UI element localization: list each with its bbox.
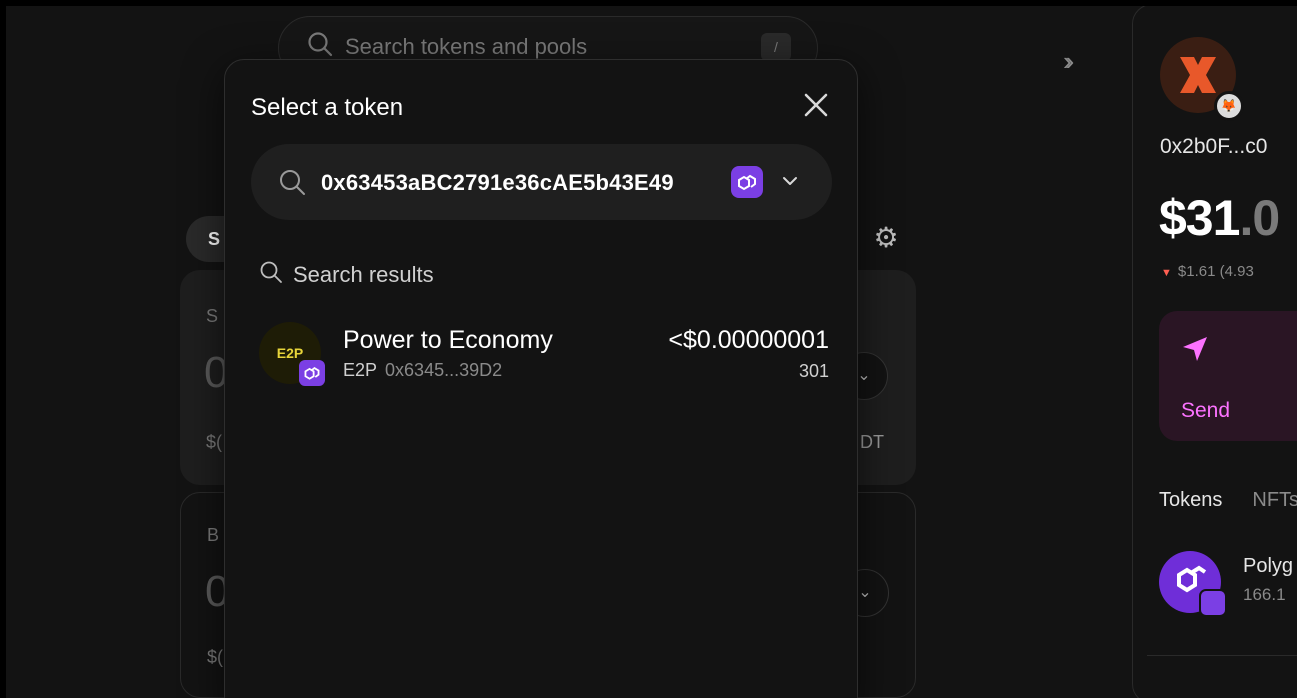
buy-label: B — [207, 525, 220, 545]
search-shortcut-key: / — [761, 33, 791, 61]
search-placeholder: Search tokens and pools — [345, 34, 588, 59]
polygon-chain-badge-icon — [299, 360, 325, 386]
chevron-down-icon[interactable] — [779, 170, 801, 197]
token-name: Polyg — [1243, 555, 1294, 577]
token-amount: 166.1 — [1243, 585, 1286, 604]
list-item[interactable]: E2P Power to Economy E2P 0x6345...39D2 <$… — [227, 310, 857, 396]
polygon-network-icon[interactable] — [731, 166, 763, 198]
tab-nfts[interactable]: NFTs — [1252, 489, 1297, 511]
token-price: <$0.00000001 — [668, 326, 829, 354]
close-icon[interactable] — [801, 90, 831, 120]
token-symbol: E2P — [343, 360, 378, 380]
balance-change: ▼ $1.61 (4.93 — [1161, 263, 1254, 280]
balance-decimal: .0 — [1239, 190, 1280, 246]
tab-tokens[interactable]: Tokens — [1159, 489, 1222, 511]
gear-icon[interactable]: ⚙ — [870, 222, 902, 254]
search-icon — [259, 260, 283, 290]
wallet-panel: 🦊 0x2b0F...c0 $31.0 ▼ $1.61 (4.93 Send To… — [1132, 6, 1297, 698]
send-icon — [1181, 335, 1209, 370]
polygon-chain-badge-icon — [1199, 589, 1227, 617]
token-search-input[interactable] — [321, 168, 721, 198]
send-label: Send — [1181, 399, 1231, 422]
balance-change-value: $1.61 (4.93 — [1177, 263, 1254, 280]
sell-usd-value: $( — [206, 432, 223, 452]
metamask-fox-icon: 🦊 — [1214, 91, 1244, 121]
search-results-label: Search results — [293, 262, 434, 287]
send-button[interactable]: Send — [1159, 311, 1297, 441]
unicon-icon — [1180, 57, 1216, 93]
triangle-down-icon: ▼ — [1161, 267, 1172, 279]
token-name: Power to Economy — [343, 326, 553, 354]
modal-title: Select a token — [251, 94, 404, 121]
chevrons-right-icon[interactable]: ›› — [1063, 46, 1075, 77]
sell-token-symbol: DT — [860, 432, 884, 452]
token-address: 0x6345...39D2 — [385, 360, 503, 380]
select-token-modal: Select a token Search results E2P — [224, 59, 858, 698]
wallet-tabs: Tokens NFTs — [1159, 489, 1297, 512]
search-results-header: Search results — [259, 260, 434, 290]
buy-usd-value: $( — [207, 647, 224, 667]
divider — [1147, 655, 1297, 656]
sell-label: S — [206, 306, 219, 326]
wallet-address[interactable]: 0x2b0F...c0 — [1160, 135, 1267, 159]
balance-integer: $31 — [1159, 190, 1240, 246]
search-icon — [278, 168, 306, 201]
token-search-field[interactable] — [251, 144, 832, 220]
token-symbol-address: E2P 0x6345...39D2 — [343, 360, 502, 381]
portfolio-balance: $31.0 — [1159, 189, 1280, 247]
app-viewport: Search tokens and pools / ›› S ⚙ S 0 $( … — [6, 6, 1297, 698]
token-balance: 301 — [798, 361, 829, 381]
